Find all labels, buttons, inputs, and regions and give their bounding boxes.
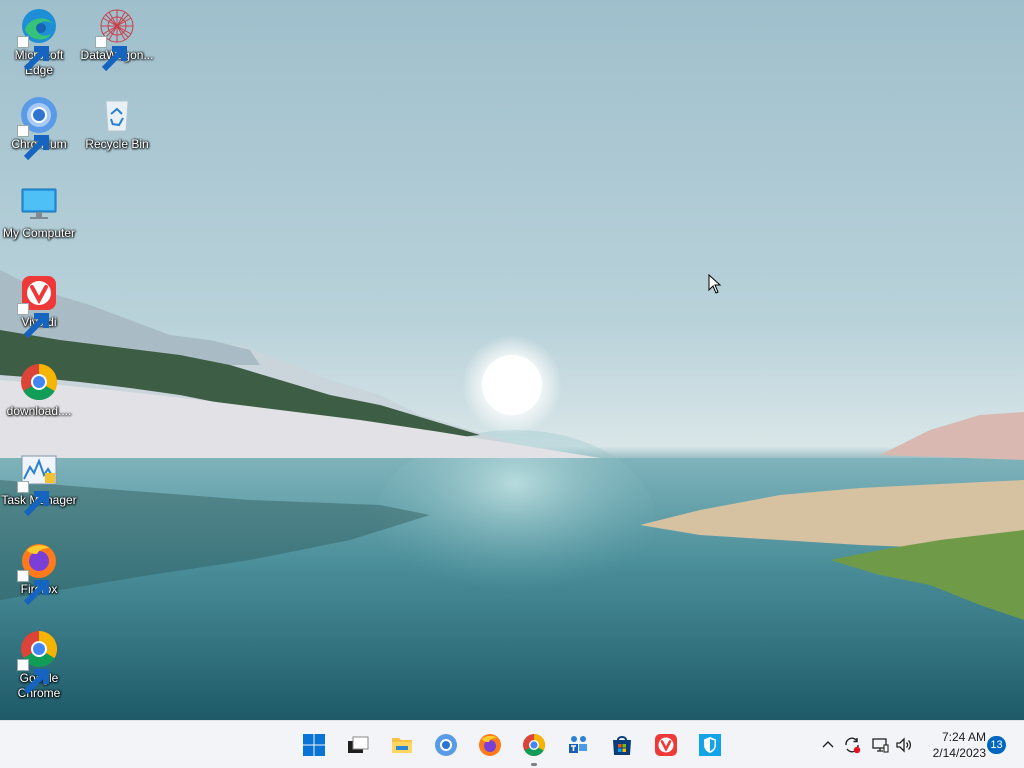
teams-taskbar-button[interactable] [562,729,594,761]
mouse-cursor-icon [708,274,722,294]
clock-time: 7:24 AM [941,730,986,744]
sync-icon [845,737,861,754]
start-button[interactable] [298,729,330,761]
chevron-up-icon [822,741,834,748]
task-view-icon [348,736,369,753]
shortcut-arrow-icon [17,570,49,606]
monitor-icon [21,188,57,219]
notification-count-badge[interactable]: 13 [987,736,1006,754]
desktop-icon-vivaldi[interactable]: Vivaldi [0,273,78,339]
security-taskbar-button[interactable] [694,729,726,761]
microsoft-store-taskbar-button[interactable] [606,729,638,761]
network-tray-button[interactable] [870,735,890,755]
security-shield-icon [699,734,721,756]
shortcut-arrow-icon [17,659,49,695]
sync-tray-button[interactable] [842,735,862,755]
chrome-taskbar-button[interactable] [518,729,550,766]
task-view-button[interactable] [342,729,374,761]
desktop-icon-recycle-bin[interactable]: Recycle Bin [78,95,156,152]
windows-start-icon [303,734,325,756]
microsoft-store-icon [613,736,631,755]
chromium-taskbar-button[interactable] [430,729,462,761]
taskbar: 7:24 AM 2/14/2023 13 [0,720,1024,768]
shortcut-arrow-icon [17,481,49,517]
chromium-icon [435,734,457,756]
volume-tray-button[interactable] [894,735,914,755]
desktop-icon-microsoft-edge[interactable]: Microsoft Edge [0,6,78,78]
chrome-icon [21,364,58,401]
clock[interactable]: 7:24 AM 2/14/2023 [920,729,986,761]
firefox-icon [479,734,501,756]
desktop-icon-chromium[interactable]: Chromium [0,95,78,161]
vivaldi-icon [655,734,677,756]
running-indicator [531,763,537,766]
shortcut-arrow-icon [17,303,49,339]
firefox-taskbar-button[interactable] [474,729,506,761]
file-explorer-button[interactable] [386,729,418,761]
desktop-icon-my-computer[interactable]: My Computer [0,184,78,241]
recycle-bin-icon [105,100,129,132]
desktop-icon-download[interactable]: download.... [0,362,78,419]
chrome-icon [523,734,545,756]
shortcut-arrow-icon [17,36,49,72]
desktop-icon-label: My Computer [2,226,76,240]
desktop-icon-datawagon[interactable]: DataWagon... [78,6,156,72]
desktop-icon-label: download.... [6,404,72,418]
desktop-icon-google-chrome[interactable]: Google Chrome [0,629,78,701]
desktop-icon-task-manager[interactable]: Task Manager [0,451,78,517]
network-icon [872,738,889,753]
speaker-icon [896,737,912,753]
shortcut-arrow-icon [95,36,127,72]
desktop[interactable]: Microsoft Edge DataWagon... Chromium Rec… [0,0,1024,720]
show-hidden-icons-button[interactable] [818,735,838,755]
file-explorer-icon [392,738,412,753]
desktop-icon-firefox[interactable]: Firefox [0,540,78,606]
desktop-icon-label: Recycle Bin [85,137,149,151]
teams-icon [569,736,587,753]
clock-date: 2/14/2023 [932,746,986,760]
vivaldi-taskbar-button[interactable] [650,729,682,761]
shortcut-arrow-icon [17,125,49,161]
